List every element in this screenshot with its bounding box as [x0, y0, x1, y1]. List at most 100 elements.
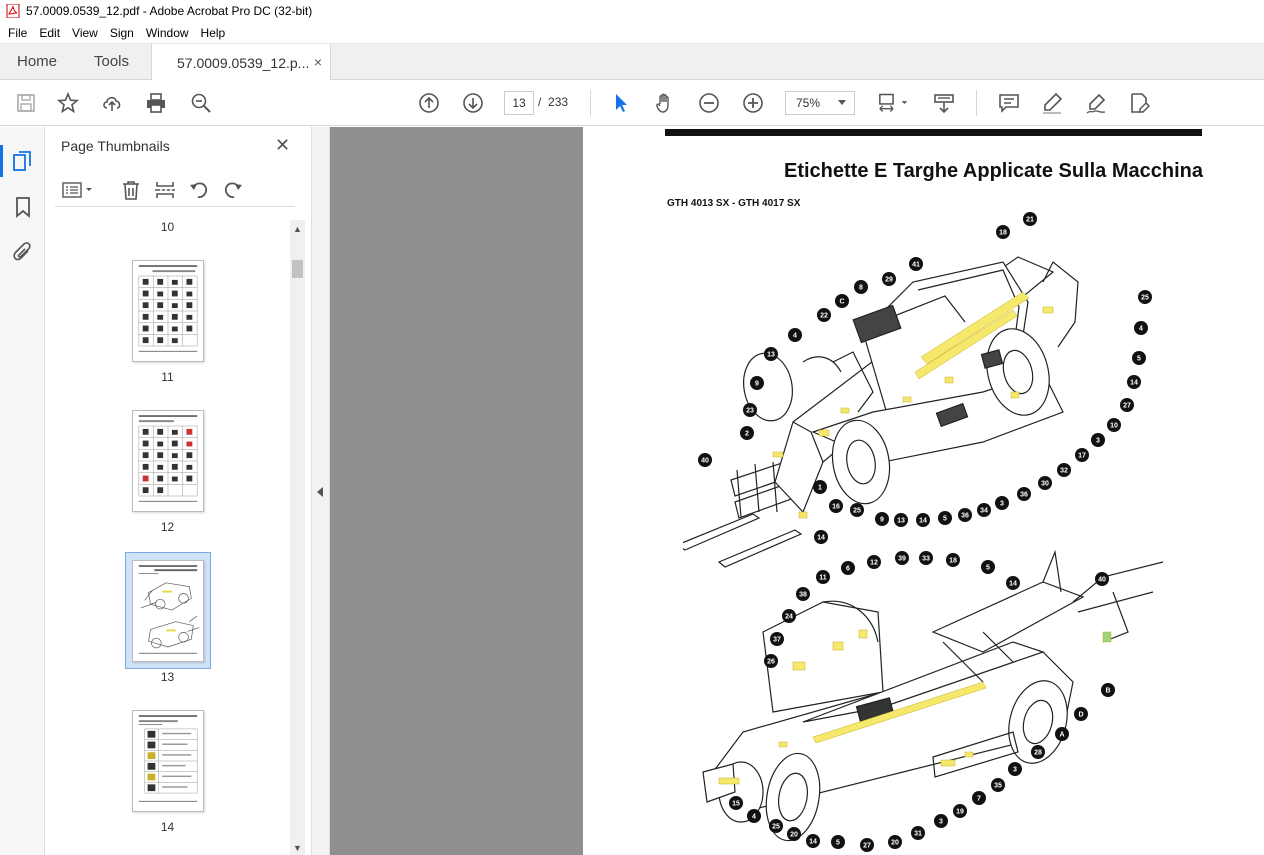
- page-number-input[interactable]: 13: [504, 91, 534, 115]
- callout: 9: [875, 512, 889, 526]
- tab-document[interactable]: 57.0009.0539_12.p... ×: [151, 44, 331, 81]
- thumbnail-preview: [138, 415, 198, 502]
- page-count: / 233: [538, 95, 568, 109]
- svg-text:37: 37: [773, 637, 781, 644]
- svg-text:27: 27: [863, 843, 871, 850]
- svg-text:14: 14: [1009, 581, 1017, 588]
- thumbnail-scrollbar[interactable]: ▲ ▼: [290, 220, 305, 855]
- callout: 28: [1031, 745, 1045, 759]
- callout: 21: [1023, 212, 1037, 226]
- page-fit-icon[interactable]: [876, 91, 912, 115]
- scroll-mode-icon[interactable]: [932, 91, 956, 115]
- menu-help[interactable]: Help: [195, 26, 232, 40]
- svg-text:23: 23: [746, 408, 754, 415]
- callout: 14: [916, 513, 930, 527]
- select-arrow-icon[interactable]: [609, 91, 633, 115]
- zoom-out-icon[interactable]: [697, 91, 721, 115]
- svg-text:17: 17: [1078, 453, 1086, 460]
- panel-collapse-handle[interactable]: [312, 127, 330, 855]
- rotate-right-icon[interactable]: [222, 179, 244, 201]
- svg-text:20: 20: [790, 832, 798, 839]
- options-menu-icon[interactable]: [61, 179, 95, 201]
- close-panel-icon[interactable]: ✕: [275, 135, 290, 156]
- svg-text:35: 35: [994, 783, 1002, 790]
- callout: 16: [829, 499, 843, 513]
- callout: 20: [888, 835, 902, 849]
- svg-text:21: 21: [1026, 217, 1034, 224]
- bookmark-icon[interactable]: [11, 195, 35, 219]
- svg-text:24: 24: [785, 614, 793, 621]
- scroll-up-icon[interactable]: ▲: [293, 224, 302, 234]
- svg-text:38: 38: [799, 592, 807, 599]
- toolbar-divider: [976, 90, 977, 116]
- callout: 1: [813, 480, 827, 494]
- callout: 19: [953, 804, 967, 818]
- callout: 3: [934, 814, 948, 828]
- acrobat-app-icon: [6, 4, 20, 18]
- hand-icon[interactable]: [653, 91, 677, 115]
- menu-view[interactable]: View: [66, 26, 104, 40]
- callout: 14: [1127, 375, 1141, 389]
- menu-sign[interactable]: Sign: [104, 26, 140, 40]
- scroll-down-icon[interactable]: ▼: [293, 843, 302, 853]
- thumbnail-page-selected[interactable]: [132, 560, 204, 662]
- callout: 10: [1107, 418, 1121, 432]
- print-icon[interactable]: [144, 91, 168, 115]
- svg-text:9: 9: [755, 381, 759, 388]
- comment-icon[interactable]: [997, 91, 1021, 115]
- callout: 35: [991, 778, 1005, 792]
- page-total: 233: [548, 95, 569, 109]
- callout: 29: [882, 272, 896, 286]
- zoom-level-select[interactable]: 75%: [785, 91, 855, 115]
- thumbnail-label: 12: [160, 520, 175, 534]
- menu-window[interactable]: Window: [140, 26, 195, 40]
- page-down-icon[interactable]: [461, 91, 485, 115]
- star-icon[interactable]: [56, 91, 80, 115]
- edit-doc-icon[interactable]: [1128, 91, 1152, 115]
- svg-text:31: 31: [914, 831, 922, 838]
- upload-icon[interactable]: [100, 91, 124, 115]
- sign-icon[interactable]: [1084, 91, 1108, 115]
- thumbnail-page[interactable]: [132, 260, 204, 362]
- save-icon[interactable]: [14, 91, 38, 115]
- callout: 8: [854, 280, 868, 294]
- callout: 4: [747, 809, 761, 823]
- callout: 25: [769, 819, 783, 833]
- tab-home[interactable]: Home: [0, 44, 74, 79]
- callout: 4: [788, 328, 802, 342]
- callout: 27: [1120, 398, 1134, 412]
- callout: 41: [909, 257, 923, 271]
- menu-file[interactable]: File: [2, 26, 33, 40]
- scrollbar-thumb[interactable]: [292, 260, 303, 278]
- page-up-icon[interactable]: [417, 91, 441, 115]
- thumbnail-page[interactable]: [132, 710, 204, 812]
- svg-text:33: 33: [922, 556, 930, 563]
- svg-text:6: 6: [846, 566, 850, 573]
- tab-tools[interactable]: Tools: [74, 44, 149, 79]
- thumbnail-list: 10 11 12 13 14: [45, 217, 290, 855]
- thumbnail-page[interactable]: [132, 410, 204, 512]
- extract-pages-icon[interactable]: [154, 179, 176, 201]
- close-tab-icon[interactable]: ×: [314, 54, 322, 70]
- svg-text:3: 3: [939, 819, 943, 826]
- svg-text:40: 40: [1098, 577, 1106, 584]
- callout: 18: [996, 225, 1010, 239]
- rotate-left-icon[interactable]: [188, 179, 210, 201]
- svg-text:10: 10: [1110, 423, 1118, 430]
- highlight-pen-icon[interactable]: [1040, 91, 1064, 115]
- menu-edit[interactable]: Edit: [33, 26, 66, 40]
- zoom-search-icon[interactable]: [189, 91, 213, 115]
- document-viewer[interactable]: Etichette E Targhe Applicate Sulla Macch…: [330, 127, 1264, 855]
- callout: 32: [1057, 463, 1071, 477]
- title-bar: 57.0009.0539_12.pdf - Adobe Acrobat Pro …: [0, 0, 1264, 22]
- callout: 3: [1008, 762, 1022, 776]
- document-tab-label: 57.0009.0539_12.p...: [177, 54, 310, 71]
- svg-text:5: 5: [943, 516, 947, 523]
- callout: 38: [796, 587, 810, 601]
- callout: 14: [806, 834, 820, 848]
- attachment-icon[interactable]: [11, 240, 35, 264]
- zoom-in-icon[interactable]: [741, 91, 765, 115]
- page-thumbnails-icon[interactable]: [0, 145, 35, 177]
- callout: 5: [1132, 351, 1146, 365]
- trash-icon[interactable]: [120, 179, 142, 201]
